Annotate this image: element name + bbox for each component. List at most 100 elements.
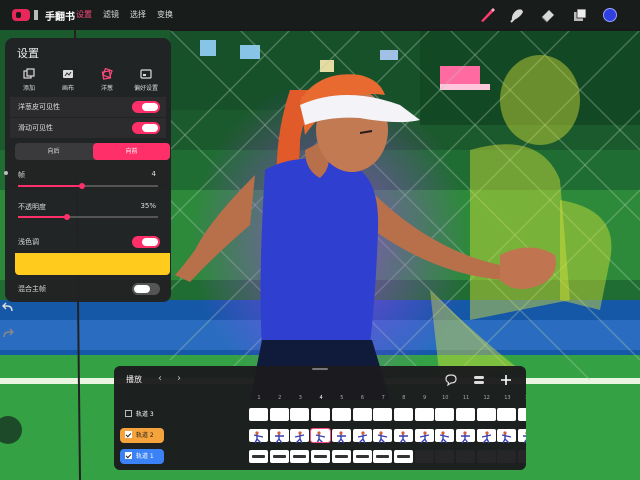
- opacity-slider[interactable]: [18, 214, 158, 220]
- frame-cell[interactable]: [331, 429, 351, 444]
- eraser-icon[interactable]: [539, 6, 557, 24]
- frame-cell[interactable]: [497, 408, 517, 421]
- frame-cell[interactable]: [435, 429, 455, 444]
- opacity-slider-thumb[interactable]: [64, 214, 70, 220]
- frame-cell[interactable]: [435, 408, 455, 421]
- frame-cell[interactable]: [352, 450, 372, 463]
- tab-preferences[interactable]: 偏好设置: [128, 68, 164, 92]
- frame-cell[interactable]: [435, 450, 455, 463]
- frame-cell[interactable]: [456, 450, 475, 463]
- frame-cell[interactable]: [497, 450, 517, 463]
- frame-number[interactable]: 11: [456, 395, 476, 401]
- frame-cell[interactable]: [414, 408, 434, 421]
- menu-filters[interactable]: 滤镜: [103, 9, 119, 20]
- brush-icon[interactable]: [478, 6, 496, 24]
- opacity-label: 不透明度: [18, 203, 46, 211]
- onion-visibility-toggle[interactable]: [132, 101, 160, 113]
- side-slider-handle-icon[interactable]: [0, 165, 16, 181]
- frame-cell[interactable]: [393, 429, 413, 444]
- frame-cell[interactable]: [331, 450, 351, 463]
- frame-number[interactable]: 13: [497, 395, 517, 401]
- frame-cell[interactable]: [373, 408, 393, 421]
- frame-number[interactable]: 12: [477, 395, 497, 401]
- tint-color-swatch[interactable]: [15, 253, 170, 275]
- track-1-checkbox[interactable]: [125, 452, 132, 459]
- track-3-checkbox[interactable]: [125, 410, 132, 417]
- frame-number[interactable]: 14: [518, 395, 526, 401]
- frame-cell[interactable]: [331, 408, 351, 421]
- app-logo[interactable]: 手翻书: [12, 7, 75, 23]
- frame-number[interactable]: 1: [249, 395, 269, 401]
- redo-icon[interactable]: [0, 326, 16, 342]
- frame-cell[interactable]: [249, 450, 268, 463]
- frame-cell[interactable]: [476, 408, 496, 421]
- frame-cell[interactable]: [249, 429, 268, 444]
- frame-cell[interactable]: [352, 408, 372, 421]
- frame-cell[interactable]: [311, 408, 331, 421]
- frame-cell[interactable]: [269, 450, 289, 463]
- direction-back-option[interactable]: 向后: [15, 143, 92, 160]
- frame-cell[interactable]: [310, 428, 332, 444]
- tab-onion[interactable]: 洋葱: [89, 68, 125, 92]
- frame-number[interactable]: 3: [290, 395, 310, 401]
- menu-transform[interactable]: 变换: [157, 9, 173, 20]
- add-frame-icon[interactable]: [499, 373, 513, 387]
- onion-visibility-row: 洋葱皮可见性: [10, 97, 166, 117]
- frame-cell[interactable]: [497, 429, 517, 444]
- frame-cell[interactable]: [414, 450, 434, 463]
- frame-number[interactable]: 7: [373, 395, 393, 401]
- frame-cell[interactable]: [456, 408, 475, 421]
- track-2-label[interactable]: 轨道 2: [120, 428, 164, 443]
- tab-add[interactable]: 添加: [11, 68, 47, 92]
- chevron-right-icon[interactable]: ›: [177, 373, 181, 384]
- frame-cell[interactable]: [290, 450, 310, 463]
- menu-select[interactable]: 选择: [130, 9, 146, 20]
- current-color-swatch[interactable]: [603, 8, 617, 22]
- frame-number[interactable]: 2: [270, 395, 290, 401]
- canvas-icon: [63, 70, 73, 78]
- tint-toggle[interactable]: [132, 236, 160, 248]
- scrub-visibility-toggle[interactable]: [132, 122, 160, 134]
- timeline-grabber[interactable]: [312, 368, 328, 370]
- track-3-label[interactable]: 轨道 3: [120, 407, 164, 422]
- frame-cell[interactable]: [311, 450, 331, 463]
- frame-number[interactable]: 8: [394, 395, 414, 401]
- track-2-checkbox[interactable]: [125, 431, 132, 438]
- frame-cell[interactable]: [414, 429, 434, 444]
- frame-cell[interactable]: [518, 408, 526, 421]
- menu-settings[interactable]: 设置: [76, 9, 92, 20]
- frame-cell[interactable]: [269, 408, 289, 421]
- smudge-icon[interactable]: [508, 6, 526, 24]
- chevron-left-icon[interactable]: ‹: [158, 373, 162, 384]
- layers-icon[interactable]: [571, 6, 589, 24]
- frame-cell[interactable]: [373, 450, 393, 463]
- comment-icon[interactable]: [444, 373, 458, 387]
- track-1-label[interactable]: 轨道 1: [120, 449, 164, 464]
- frame-cell[interactable]: [290, 408, 310, 421]
- frame-cell[interactable]: [518, 429, 526, 444]
- frame-cell[interactable]: [352, 429, 372, 444]
- frame-number[interactable]: 4: [311, 395, 331, 401]
- frame-number[interactable]: 6: [353, 395, 373, 401]
- frame-cell[interactable]: [518, 450, 526, 463]
- frame-number[interactable]: 5: [332, 395, 352, 401]
- frame-cell[interactable]: [393, 450, 413, 463]
- play-button[interactable]: 播放: [126, 374, 142, 385]
- frame-cell[interactable]: [373, 429, 393, 444]
- undo-icon[interactable]: [0, 300, 16, 316]
- tab-canvas[interactable]: 画布: [50, 68, 86, 92]
- blend-keyframe-toggle[interactable]: [132, 283, 160, 295]
- frame-cell[interactable]: [249, 408, 268, 421]
- frame-cell[interactable]: [393, 408, 413, 421]
- frame-cell[interactable]: [456, 429, 475, 444]
- frame-cell[interactable]: [290, 429, 310, 444]
- frame-cell[interactable]: [476, 450, 496, 463]
- frame-cell[interactable]: [476, 429, 496, 444]
- frame-cell[interactable]: [269, 429, 289, 444]
- frame-number[interactable]: 10: [435, 395, 455, 401]
- frames-slider[interactable]: [18, 183, 158, 189]
- frame-number[interactable]: 9: [415, 395, 435, 401]
- tracks-icon[interactable]: [472, 373, 486, 387]
- direction-front-option[interactable]: 向前: [93, 143, 170, 160]
- frames-slider-thumb[interactable]: [79, 183, 86, 189]
